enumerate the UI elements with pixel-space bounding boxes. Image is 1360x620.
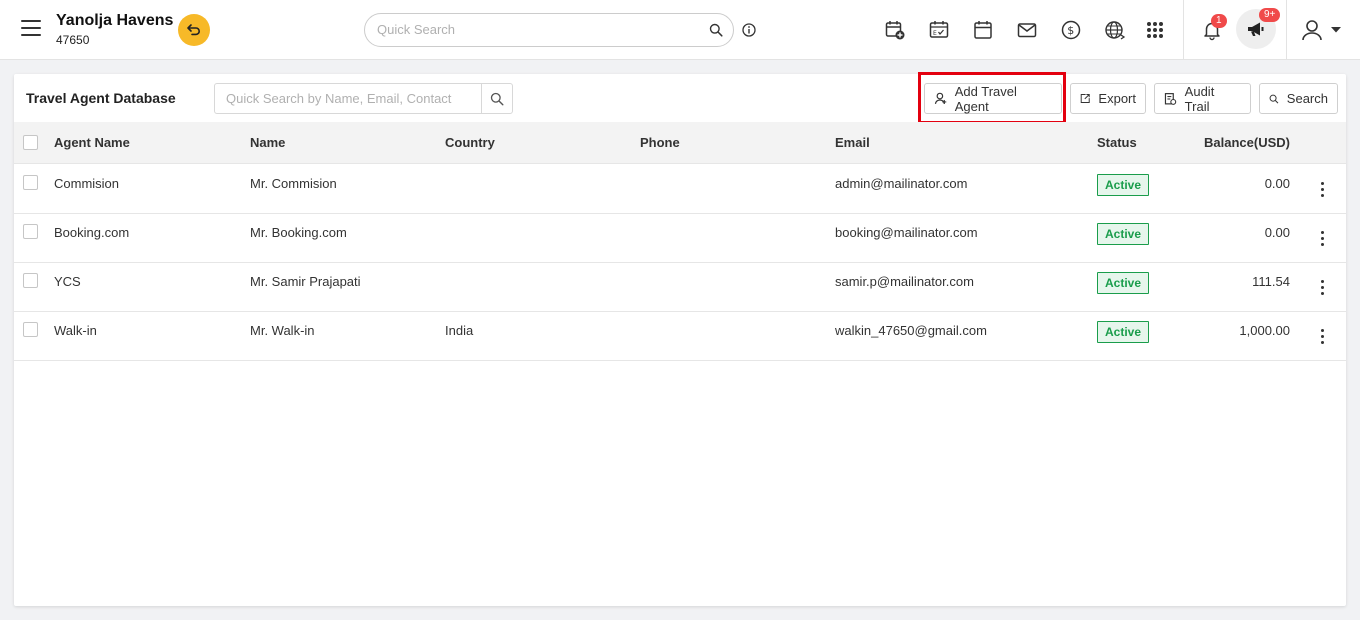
agent-name-cell: Booking.com xyxy=(54,225,130,240)
status-badge: Active xyxy=(1097,272,1150,294)
column-status[interactable]: Status xyxy=(1097,135,1137,150)
status-badge: Active xyxy=(1097,174,1150,196)
divider xyxy=(1183,0,1184,60)
balance-cell: 111.54 xyxy=(1252,274,1290,289)
agent-name-cell: YCS xyxy=(54,274,81,289)
hotel-name: Yanolja Havens xyxy=(56,12,174,29)
agent-search xyxy=(214,83,513,114)
export-icon xyxy=(1080,94,1090,103)
svg-text:$: $ xyxy=(1067,24,1074,37)
column-phone[interactable]: Phone xyxy=(640,135,680,150)
row-checkbox[interactable] xyxy=(23,273,38,288)
email-cell: samir.p@mailinator.com xyxy=(835,274,974,289)
country-cell: India xyxy=(445,323,474,338)
table-row[interactable]: YCS Mr. Samir Prajapati samir.p@mailinat… xyxy=(14,263,1346,312)
agent-search-input[interactable] xyxy=(226,91,476,106)
agent-name-cell: Walk-in xyxy=(54,323,97,338)
name-cell: Mr. Samir Prajapati xyxy=(250,274,361,289)
search-icon[interactable] xyxy=(709,23,723,42)
row-actions-icon[interactable] xyxy=(1312,228,1332,248)
search-icon xyxy=(1269,94,1279,103)
megaphone-icon xyxy=(1248,22,1264,36)
select-all-checkbox[interactable] xyxy=(23,135,38,150)
audit-trail-button[interactable]: Audit Trail xyxy=(1154,83,1251,114)
table-row[interactable]: Walk-in Mr. Walk-in India walkin_47650@g… xyxy=(14,312,1346,361)
notification-badge: 1 xyxy=(1211,14,1227,28)
page-title: Travel Agent Database xyxy=(26,90,176,106)
agent-search-button[interactable] xyxy=(481,84,512,113)
switch-property-icon xyxy=(187,24,200,36)
global-search xyxy=(364,13,734,47)
global-search-input[interactable] xyxy=(377,22,697,37)
balance-cell: 0.00 xyxy=(1264,225,1290,240)
divider xyxy=(1286,0,1287,60)
audit-trail-icon xyxy=(1164,92,1177,105)
search-icon xyxy=(490,92,504,106)
apps-grid-icon[interactable] xyxy=(1144,19,1166,41)
balance-cell: 0.00 xyxy=(1264,176,1290,191)
row-actions-icon[interactable] xyxy=(1312,277,1332,297)
travel-agent-card: Travel Agent Database Add Travel Agent E… xyxy=(14,72,1346,606)
row-checkbox[interactable] xyxy=(23,175,38,190)
balance-cell: 1,000.00 xyxy=(1239,323,1290,338)
column-country[interactable]: Country xyxy=(445,135,495,150)
announcement-badge: 9+ xyxy=(1259,8,1281,22)
calendar-icon[interactable] xyxy=(972,19,994,41)
status-badge: Active xyxy=(1097,223,1150,245)
night-audit-icon[interactable]: E xyxy=(928,19,950,41)
row-checkbox[interactable] xyxy=(23,224,38,239)
add-reservation-icon[interactable] xyxy=(884,19,906,41)
email-cell: booking@mailinator.com xyxy=(835,225,978,240)
column-email[interactable]: Email xyxy=(835,135,870,150)
top-bar: Yanolja Havens 47650 E $ 1 9+ xyxy=(0,0,1360,60)
agent-name-cell: Commision xyxy=(54,176,120,191)
name-cell: Mr. Walk-in xyxy=(250,323,315,338)
caret-down-icon[interactable] xyxy=(1329,19,1343,41)
audit-trail-label: Audit Trail xyxy=(1184,83,1215,114)
row-actions-icon[interactable] xyxy=(1312,326,1332,346)
name-cell: Mr. Commision xyxy=(250,176,337,191)
table-row[interactable]: Booking.com Mr. Booking.com booking@mail… xyxy=(14,214,1346,263)
name-cell: Mr. Booking.com xyxy=(250,225,347,240)
email-cell: admin@mailinator.com xyxy=(835,176,968,191)
column-balance[interactable]: Balance(USD) xyxy=(1174,135,1290,150)
table-header: Agent Name Name Country Phone Email Stat… xyxy=(14,122,1346,164)
globe-icon[interactable] xyxy=(1104,19,1126,41)
row-actions-icon[interactable] xyxy=(1312,179,1332,199)
mail-icon[interactable] xyxy=(1016,19,1038,41)
export-label: Export xyxy=(1098,91,1136,106)
search-label: Search xyxy=(1286,91,1328,106)
row-checkbox[interactable] xyxy=(23,322,38,337)
dollar-icon[interactable]: $ xyxy=(1060,19,1082,41)
table-row[interactable]: Commision Mr. Commision admin@mailinator… xyxy=(14,165,1346,214)
info-icon[interactable] xyxy=(742,23,756,42)
export-button[interactable]: Export xyxy=(1070,83,1146,114)
switch-property-button[interactable] xyxy=(178,14,210,46)
hotel-id: 47650 xyxy=(56,33,90,47)
svg-text:E: E xyxy=(933,30,937,37)
search-button[interactable]: Search xyxy=(1259,83,1338,114)
column-agent-name[interactable]: Agent Name xyxy=(54,135,130,150)
user-icon[interactable] xyxy=(1300,18,1324,42)
highlight-box xyxy=(918,72,1066,124)
column-name[interactable]: Name xyxy=(250,135,285,150)
email-cell: walkin_47650@gmail.com xyxy=(835,323,987,338)
status-badge: Active xyxy=(1097,321,1150,343)
menu-icon[interactable] xyxy=(21,20,41,38)
